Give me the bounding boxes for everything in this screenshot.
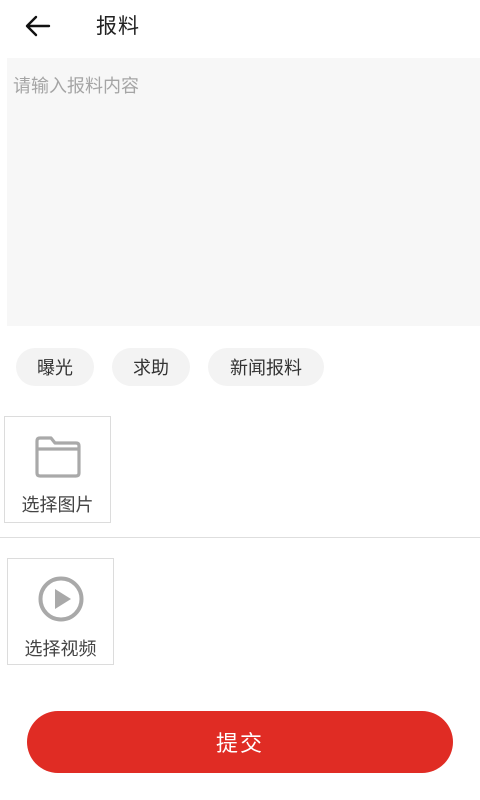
tag-exposure[interactable]: 曝光 <box>16 348 94 386</box>
folder-icon <box>34 436 81 478</box>
play-circle-icon <box>38 576 83 622</box>
tag-help[interactable]: 求助 <box>112 348 190 386</box>
select-video-label: 选择视频 <box>24 639 97 660</box>
back-button[interactable] <box>18 8 58 44</box>
arrow-left-icon <box>25 15 51 37</box>
page-title: 报料 <box>96 14 140 38</box>
top-bar: 报料 <box>0 0 480 52</box>
tag-list: 曝光 求助 新闻报料 <box>0 348 480 388</box>
report-content-input[interactable] <box>7 58 480 326</box>
submit-button[interactable]: 提交 <box>27 711 453 773</box>
tag-news-report[interactable]: 新闻报料 <box>208 348 324 386</box>
divider <box>0 537 480 538</box>
select-image-label: 选择图片 <box>21 495 94 516</box>
select-video-button[interactable]: 选择视频 <box>7 558 114 665</box>
select-image-button[interactable]: 选择图片 <box>4 416 111 523</box>
